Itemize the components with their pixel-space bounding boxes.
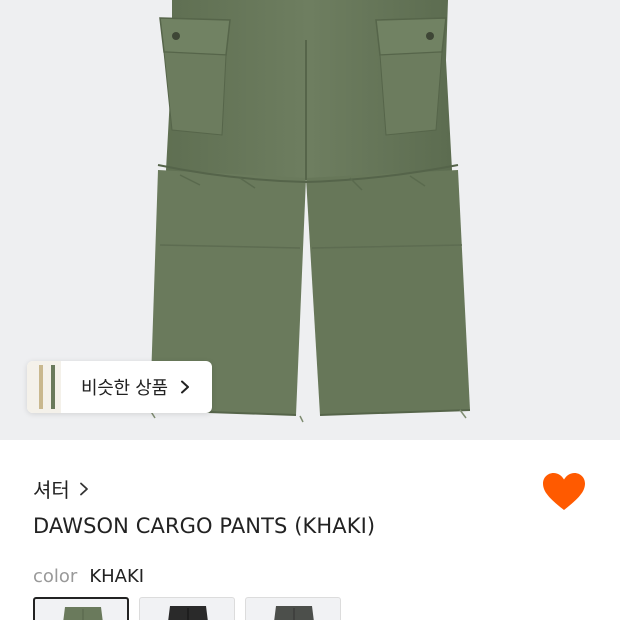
similar-products-button[interactable]: 비슷한 상품 xyxy=(27,361,212,413)
color-swatch-black[interactable] xyxy=(139,597,235,620)
similar-products-label: 비슷한 상품 xyxy=(81,378,168,399)
brand-link[interactable]: 셔터 xyxy=(33,474,90,503)
color-value: KHAKI xyxy=(89,566,145,587)
color-label: color xyxy=(33,566,78,587)
brand-name: 셔터 xyxy=(33,478,70,502)
heart-icon[interactable] xyxy=(542,472,586,512)
color-swatch-khaki[interactable] xyxy=(33,597,129,620)
color-swatch-charcoal[interactable] xyxy=(245,597,341,620)
chevron-right-icon xyxy=(180,380,189,394)
similar-products-thumbnail xyxy=(27,361,61,413)
color-selector-label: color KHAKI xyxy=(33,566,144,587)
chevron-right-icon xyxy=(79,482,88,495)
product-title: DAWSON CARGO PANTS (KHAKI) xyxy=(33,514,376,538)
